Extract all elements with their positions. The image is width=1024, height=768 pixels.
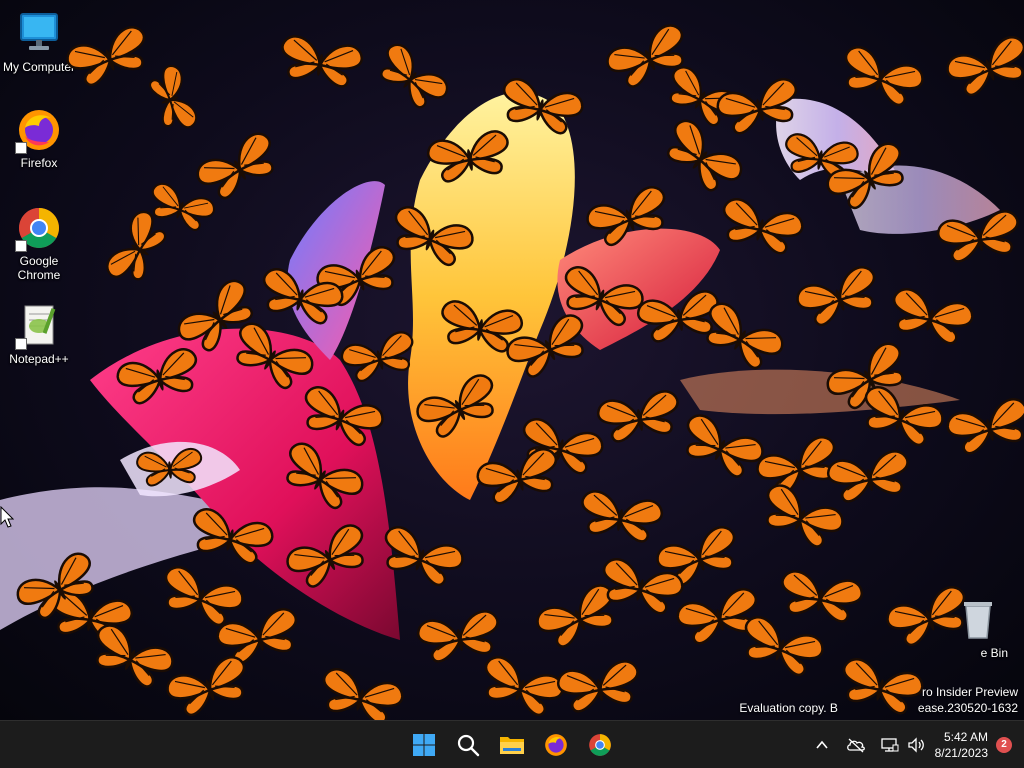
- firefox-taskbar-button[interactable]: [536, 725, 576, 765]
- chrome-icon: [589, 734, 611, 756]
- shortcut-arrow-icon: [15, 240, 27, 252]
- network-tray-button[interactable]: [879, 734, 901, 756]
- desktop[interactable]: My Computer Firefox Google Chrome Notepa…: [0, 0, 1024, 720]
- desktop-icon-google-chrome[interactable]: Google Chrome: [1, 204, 77, 282]
- watermark-line-1: ro Insider Preview: [921, 685, 1018, 699]
- windows-logo-icon: [413, 734, 435, 756]
- system-tray: 5:42 AM 8/21/2023 2: [809, 721, 1024, 768]
- search-button[interactable]: [448, 725, 488, 765]
- clock-date: 8/21/2023: [934, 745, 988, 760]
- volume-icon: [907, 736, 924, 753]
- desktop-icon-recycle-bin[interactable]: e Bin: [940, 596, 1016, 660]
- windows-watermark: ro Insider Preview Evaluation copy. Beas…: [739, 684, 1018, 716]
- chrome-taskbar-button[interactable]: [580, 725, 620, 765]
- watermark-line-2: Evaluation copy. Bease.230520-1632: [739, 701, 1018, 715]
- onedrive-tray-button[interactable]: [845, 734, 867, 756]
- desktop-icon-label: Notepad++: [9, 352, 69, 366]
- notification-badge[interactable]: 2: [996, 736, 1012, 753]
- shortcut-arrow-icon: [15, 338, 27, 350]
- monitor-icon: [15, 10, 63, 58]
- start-button[interactable]: [404, 725, 444, 765]
- chrome-icon: [15, 204, 63, 252]
- desktop-icon-label: e Bin: [980, 646, 1008, 660]
- search-icon: [457, 734, 480, 757]
- desktop-icon-notepadpp[interactable]: Notepad++: [1, 302, 77, 366]
- volume-tray-button[interactable]: [905, 734, 927, 756]
- show-hidden-icons-button[interactable]: [811, 734, 833, 756]
- mouse-cursor-icon: [0, 506, 14, 528]
- taskbar-clock[interactable]: 5:42 AM 8/21/2023: [935, 729, 988, 761]
- desktop-icon-firefox[interactable]: Firefox: [1, 106, 77, 170]
- file-explorer-button[interactable]: [492, 725, 532, 765]
- chevron-up-icon: [815, 740, 828, 749]
- onedrive-icon: [846, 738, 865, 752]
- firefox-icon: [545, 734, 567, 756]
- notepadpp-icon: [15, 302, 63, 350]
- network-icon: [880, 737, 899, 752]
- taskbar: 5:42 AM 8/21/2023 2: [0, 720, 1024, 768]
- recycle-bin-icon: [954, 596, 1002, 644]
- desktop-icon-label: Google Chrome: [17, 254, 61, 282]
- wallpaper-art: [0, 92, 1000, 640]
- desktop-icon-label: My Computer: [2, 60, 76, 74]
- desktop-icon-my-computer[interactable]: My Computer: [1, 10, 77, 74]
- clock-time: 5:42 AM: [943, 729, 988, 744]
- shortcut-arrow-icon: [15, 142, 27, 154]
- folder-icon: [500, 737, 524, 754]
- desktop-icon-label: Firefox: [20, 156, 58, 170]
- firefox-icon: [15, 106, 63, 154]
